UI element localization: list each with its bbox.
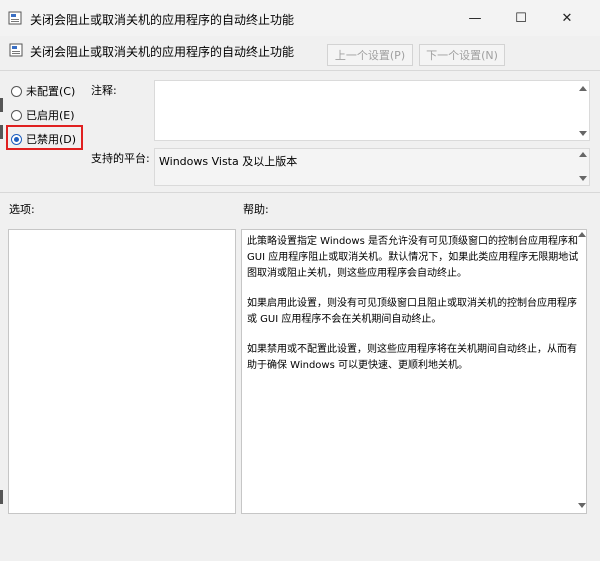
background-window-edge [0,98,3,112]
comment-scroll-down-icon[interactable] [579,131,587,136]
comment-textarea[interactable] [154,80,590,141]
dialog-footer-area [0,520,600,561]
comment-label: 注释: [91,84,117,97]
options-pane [8,229,236,514]
radio-not-configured[interactable]: 未配置(C) [11,82,75,100]
help-scroll-up-icon[interactable] [578,232,586,237]
comment-scroll-up-icon[interactable] [579,86,587,91]
policy-setting-icon [9,43,23,57]
background-window-edge [0,490,3,504]
next-setting-button[interactable]: 下一个设置(N) [419,44,505,66]
platform-scroll-down-icon[interactable] [579,176,587,181]
window-title: 关闭会阻止或取消关机的应用程序的自动终止功能 [30,13,295,27]
help-scroll-down-icon[interactable] [578,503,586,508]
supported-platform-value: Windows Vista 及以上版本 [159,155,298,168]
help-paragraph: 此策略设置指定 Windows 是否允许没有可见顶级窗口的控制台应用程序和 GU… [247,236,579,279]
options-label: 选项: [9,203,35,216]
platform-scroll-up-icon[interactable] [579,152,587,157]
background-window-edge [0,125,3,139]
annotation-highlight-box [6,125,83,150]
maximize-button[interactable]: ☐ [498,0,544,36]
close-button[interactable]: ✕ [544,0,590,36]
section-divider [0,192,600,193]
supported-platform-label: 支持的平台: [91,152,150,165]
radio-circle[interactable] [11,85,22,97]
help-paragraph: 如果禁用或不配置此设置，则这些应用程序将在关机期间自动终止，从而有助于确保 Wi… [247,344,577,371]
radio-label: 未配置(C) [26,85,76,98]
header-divider [0,70,600,71]
minimize-button[interactable]: — [452,0,498,36]
radio-label: 已启用(E) [26,109,75,122]
help-pane: 此策略设置指定 Windows 是否允许没有可见顶级窗口的控制台应用程序和 GU… [241,229,587,514]
help-paragraph: 如果启用此设置，则没有可见顶级窗口且阻止或取消关机的控制台应用程序或 GUI 应… [247,298,577,325]
policy-title: 关闭会阻止或取消关机的应用程序的自动终止功能 [30,45,295,59]
radio-circle[interactable] [11,109,22,121]
help-label: 帮助: [243,203,269,216]
radio-enabled[interactable]: 已启用(E) [11,106,75,124]
previous-setting-button[interactable]: 上一个设置(P) [327,44,413,66]
policy-app-icon [8,11,22,25]
